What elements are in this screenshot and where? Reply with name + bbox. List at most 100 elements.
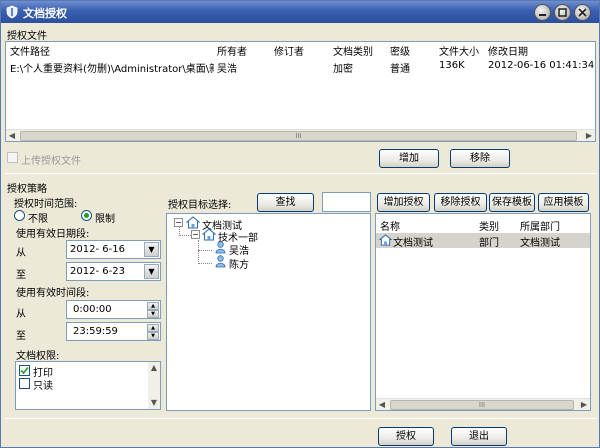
cell-security-level: 普通 [390,64,410,75]
upload-files-checkbox[interactable] [7,152,18,163]
radio-limited-label: 限制 [95,214,115,225]
col-owner[interactable]: 所有者 [217,43,247,58]
checkmark-icon [20,366,29,375]
chevron-down-icon[interactable]: ▼ [144,242,159,257]
section-divider [5,173,597,174]
scroll-down-icon[interactable]: ▼ [148,397,160,409]
add-authorization-button[interactable]: 增加授权 [377,193,430,212]
files-list[interactable]: 文件路径 所有者 修订者 文档类别 密级 文件大小 修改日期 E:\个人重要资料… [5,41,596,142]
spin-down-icon[interactable]: ▼ [147,332,159,340]
time-from-value: 0:00:00 [73,304,112,315]
permission-readonly-checkbox[interactable] [19,378,30,389]
authorization-list-header: 名称 类别 所属部门 [376,217,590,233]
table-row[interactable]: E:\个人重要资料(勿删)\Administrator\桌面\新... 吴浩 加… [6,59,595,75]
search-button[interactable]: 查找 [257,193,314,212]
minimize-icon [539,14,546,16]
col-name[interactable]: 名称 [380,218,400,233]
scroll-thumb[interactable]: III [390,400,574,410]
collapse-root-icon[interactable]: − [174,218,183,227]
remove-file-button[interactable]: 移除 [450,149,510,168]
authorize-button[interactable]: 授权 [378,427,434,446]
permissions-vscrollbar[interactable]: ▲ ▼ [148,362,160,409]
date-to-label: 至 [16,270,26,281]
scroll-up-icon[interactable]: ▲ [148,362,160,374]
time-to-label: 至 [16,331,26,342]
title-bar[interactable]: 文档授权 [1,1,599,23]
permissions-label: 文档权限: [16,351,60,362]
date-range-label: 使用有效日期段: [16,229,90,240]
add-file-button[interactable]: 增加 [379,149,439,168]
permissions-list[interactable]: 打印 只读 ▲ ▼ [15,361,161,410]
cell-file-size: 136K [439,60,465,71]
close-icon [578,8,587,17]
time-from-input[interactable]: 0:00:00 ▲ ▼ [66,300,161,319]
radio-unlimited-label: 不限 [28,214,48,225]
cell-type: 部门 [479,238,499,249]
col-department[interactable]: 所属部门 [520,218,560,233]
col-security-level[interactable]: 密级 [390,43,410,58]
app-shield-icon [6,5,18,19]
spin-up-icon[interactable]: ▲ [147,324,159,332]
cell-category: 加密 [333,64,353,75]
col-file-size[interactable]: 文件大小 [439,43,479,58]
col-reviser[interactable]: 修订者 [274,43,304,58]
remove-authorization-button[interactable]: 移除授权 [434,193,487,212]
user-icon [215,255,226,268]
org-home-icon [186,216,200,229]
files-list-header: 文件路径 所有者 修订者 文档类别 密级 文件大小 修改日期 [6,42,595,58]
scroll-thumb[interactable]: III [20,131,577,141]
close-button[interactable] [574,4,591,21]
cell-file-path: E:\个人重要资料(勿删)\Administrator\桌面\新... [10,64,214,75]
table-row[interactable]: 文档测试 部门 文档测试 [376,233,590,249]
spin-up-icon[interactable]: ▲ [147,302,159,310]
window-title: 文档授权 [23,7,67,20]
date-to-picker[interactable]: 2012- 6-23 ▼ [66,262,161,281]
footer-divider [5,418,597,419]
document-authorization-window: 文档授权 授权文件 文件路径 所有者 修订者 文档类别 密级 文件大小 修改日期… [0,0,600,448]
apply-template-button[interactable]: 应用模板 [538,193,589,212]
files-section-heading: 授权文件 [7,31,47,42]
org-home-icon [379,234,392,246]
exit-button[interactable]: 退出 [451,427,507,446]
radio-unlimited[interactable] [14,210,25,221]
authorization-hscrollbar[interactable]: ◀ III ▶ [376,398,590,410]
time-to-value: 23:59:59 [73,326,118,337]
chevron-down-icon[interactable]: ▼ [144,264,159,279]
permission-print-checkbox[interactable] [19,365,30,376]
date-from-value: 2012- 6-16 [70,244,125,255]
permission-readonly-label: 只读 [33,381,53,392]
date-to-value: 2012- 6-23 [70,266,125,277]
maximize-button[interactable] [554,4,571,21]
time-from-label: 从 [16,309,26,320]
col-file-path[interactable]: 文件路径 [10,43,50,58]
tree-node-user[interactable]: 陈方 [229,256,249,271]
scroll-left-icon[interactable]: ◀ [6,130,18,141]
cell-modified-date: 2012-06-16 01:41:34 [488,60,595,71]
date-from-label: 从 [16,248,26,259]
col-type[interactable]: 类别 [479,218,499,233]
scroll-right-icon[interactable]: ▶ [578,399,590,410]
files-hscrollbar[interactable]: ◀ III ▶ [6,129,595,141]
scroll-right-icon[interactable]: ▶ [583,130,595,141]
user-icon [215,241,226,254]
time-range-label-2: 使用有效时间段: [16,288,90,299]
dept-home-icon [202,228,216,241]
time-range-label: 授权时间范围: [14,199,78,210]
upload-files-label: 上传授权文件 [21,156,81,167]
col-modified-date[interactable]: 修改日期 [488,43,528,58]
cell-department: 文档测试 [520,238,560,249]
time-to-input[interactable]: 23:59:59 ▲ ▼ [66,322,161,341]
radio-limited[interactable] [81,210,92,221]
col-category[interactable]: 文档类别 [333,43,373,58]
cell-name: 文档测试 [393,238,433,249]
spin-down-icon[interactable]: ▼ [147,310,159,318]
date-from-picker[interactable]: 2012- 6-16 ▼ [66,240,161,259]
save-template-button[interactable]: 保存模板 [489,193,535,212]
collapse-dept-icon[interactable]: − [191,230,200,239]
authorization-list[interactable]: 名称 类别 所属部门 文档测试 部门 文档测试 ◀ III ▶ [375,213,591,411]
scroll-left-icon[interactable]: ◀ [376,399,388,410]
target-tree[interactable]: − 文档测试 − 技术一部 吴浩 陈方 [166,213,371,411]
tree-node-user[interactable]: 吴浩 [229,242,249,257]
search-input[interactable] [322,192,371,212]
minimize-button[interactable] [534,4,551,21]
